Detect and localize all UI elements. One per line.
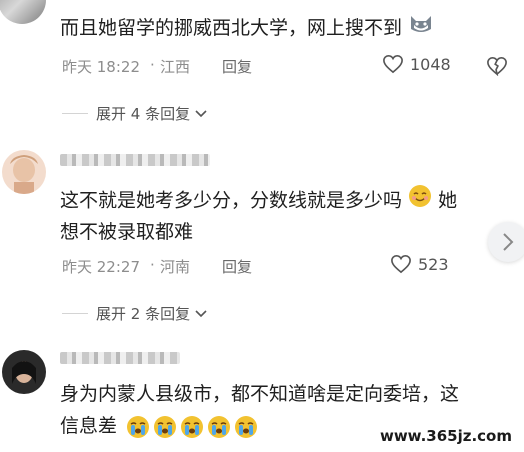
comment-text: 想不被录取都难 [60,221,194,243]
chevron-down-icon [195,309,207,317]
heart-icon [383,54,403,74]
crying-face-emoji [154,415,177,438]
heart-icon [391,254,411,274]
scroll-right-button[interactable] [488,222,524,262]
crying-face-emoji [181,415,204,438]
comment-location-separator: · [150,56,155,74]
chevron-down-icon [195,109,207,117]
cat-face-emoji [408,13,434,45]
expand-replies[interactable]: 展开 2 条回复 [62,303,208,324]
smiling-face-emoji [408,184,432,218]
reply-button[interactable]: 回复 [222,56,252,77]
avatar[interactable] [2,150,46,194]
crying-face-emoji-row [123,415,258,438]
username[interactable] [60,154,210,166]
comment-location-separator: · [150,256,155,274]
like-button[interactable]: 1048 [382,54,451,74]
watermark: www.365jz.com [375,426,516,446]
like-count: 523 [418,254,449,274]
expand-replies[interactable]: 展开 4 条回复 [62,103,208,124]
divider [62,313,88,314]
comment-location: 江西 [160,58,191,76]
chevron-right-icon [503,233,514,251]
like-count: 1048 [410,54,451,74]
comment-time: 昨天 18:22 [62,58,140,76]
comment-text: 这不就是她考多少分，分数线就是多少吗 她 [60,184,457,218]
avatar[interactable] [0,0,46,24]
comment-location: 河南 [160,258,191,276]
like-button[interactable]: 523 [390,254,449,274]
divider [62,113,88,114]
comment-text: 身为内蒙人县级市，都不知道啥是定向委培，这 [60,383,460,405]
comment-time: 昨天 22:27 [62,258,140,276]
crying-face-emoji [208,415,231,438]
username[interactable] [60,352,180,364]
broken-heart-icon[interactable] [486,56,508,76]
expand-replies-label: 展开 4 条回复 [96,105,191,123]
comment-text: 而且她留学的挪威西北大学，网上搜不到 [60,12,434,45]
crying-face-emoji [127,415,150,438]
crying-face-emoji [235,415,258,438]
expand-replies-label: 展开 2 条回复 [96,305,191,323]
comment-text: 信息差 [60,410,258,442]
reply-button[interactable]: 回复 [222,256,252,277]
avatar[interactable] [2,350,46,394]
